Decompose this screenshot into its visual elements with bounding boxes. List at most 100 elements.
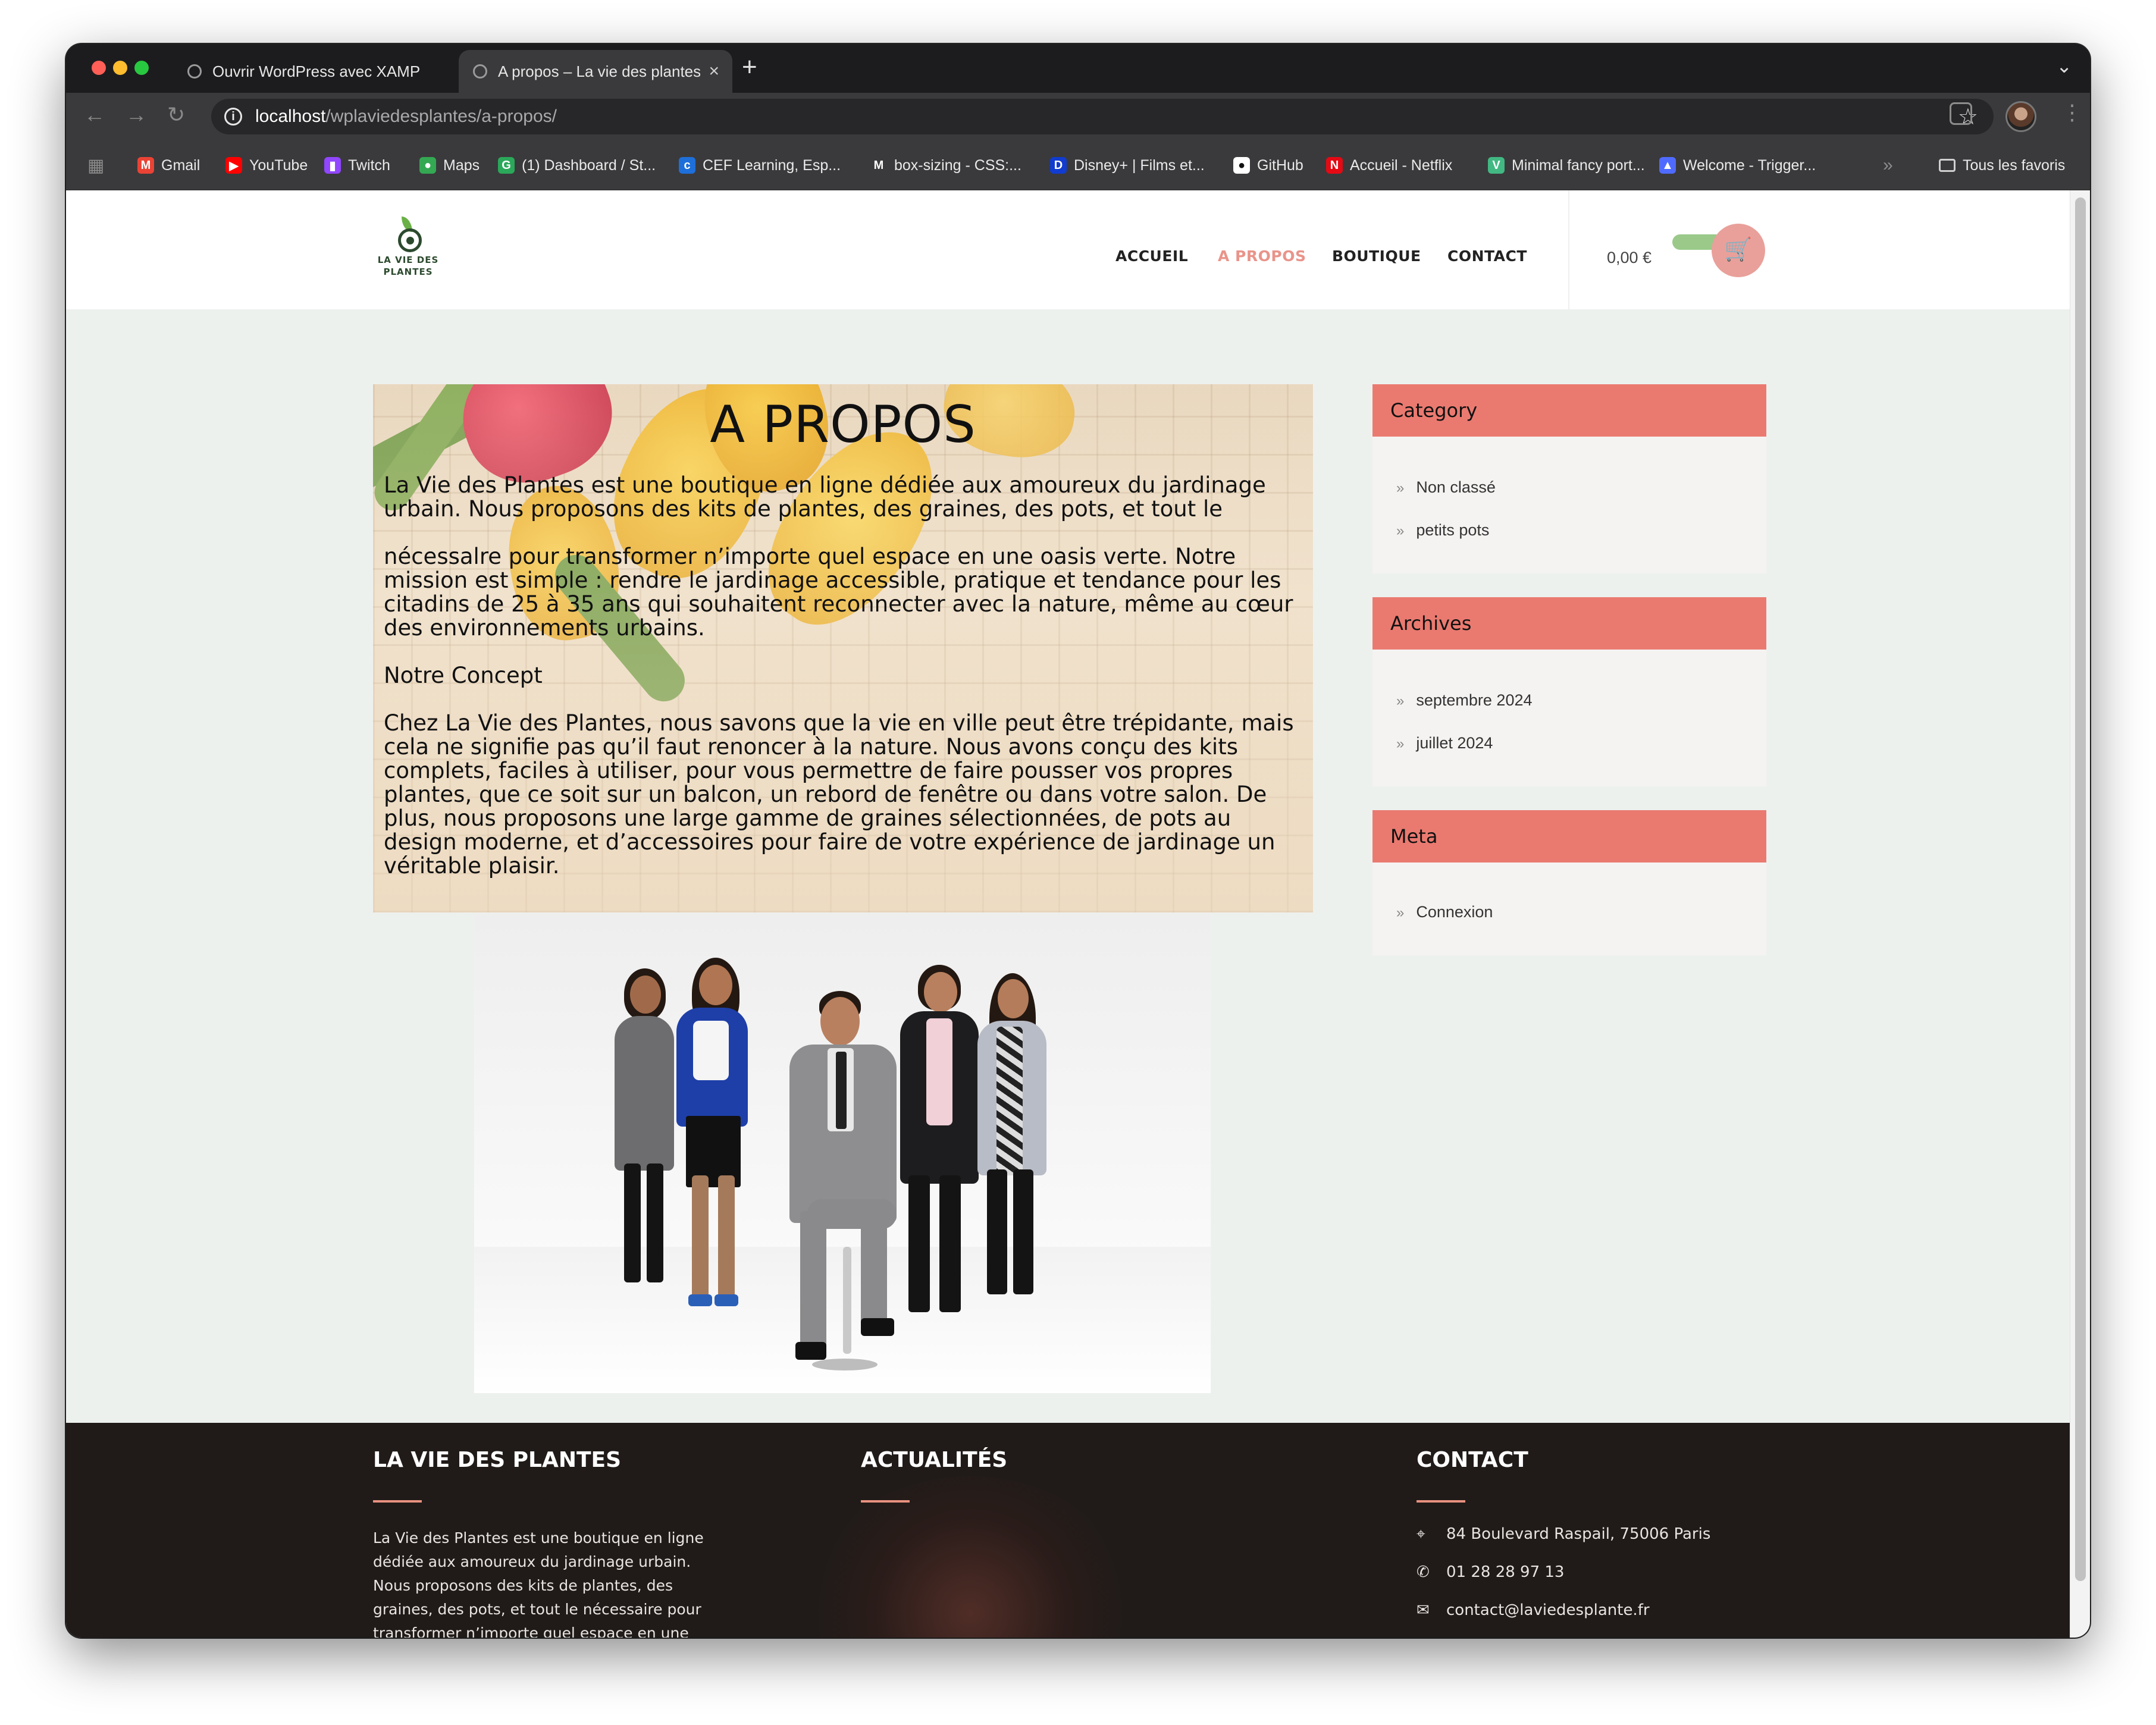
maps-icon: ● — [419, 157, 436, 174]
bookmark-dashboard[interactable]: G (1) Dashboard / St... — [498, 140, 656, 190]
bookmark-netflix[interactable]: N Accueil - Netflix — [1326, 140, 1452, 190]
chevron-icon: » — [1396, 736, 1405, 752]
team-photo — [474, 914, 1211, 1393]
login-link[interactable]: » Connexion — [1396, 903, 1493, 921]
chevron-icon: » — [1396, 523, 1405, 539]
site-logo[interactable]: LA VIE DES PLANTES — [375, 217, 441, 282]
github-icon: ● — [1233, 157, 1250, 174]
footer-divider — [861, 1500, 910, 1503]
concept-paragraph: Chez La Vie des Plantes, nous savons que… — [384, 710, 1294, 879]
reload-button[interactable]: ↻ — [167, 102, 185, 127]
profile-avatar[interactable] — [2005, 101, 2036, 132]
category-link[interactable]: » petits pots — [1396, 521, 1489, 540]
tab-a-propos[interactable]: A propos – La vie des plantes × — [459, 50, 732, 93]
bookmark-label: (1) Dashboard / St... — [522, 156, 656, 174]
archive-link[interactable]: » juillet 2024 — [1396, 734, 1493, 752]
site-header: LA VIE DES PLANTES ACCUEIL A PROPOS BOUT… — [66, 190, 2070, 309]
widget-title: Category — [1372, 384, 1766, 437]
minimize-window-button[interactable] — [113, 61, 127, 75]
archive-link[interactable]: » septembre 2024 — [1396, 691, 1533, 710]
menu-contact[interactable]: CONTACT — [1447, 247, 1527, 265]
mdn-icon: M — [870, 157, 887, 174]
category-link[interactable]: » Non classé — [1396, 478, 1496, 497]
bookmark-label: Minimal fancy port... — [1512, 156, 1645, 174]
extensions-icon[interactable] — [1950, 102, 1972, 125]
bookmark-youtube[interactable]: ▶ YouTube — [225, 140, 308, 190]
bookmarks-overflow-button[interactable]: » — [1883, 140, 1893, 190]
bookmark-label: Accueil - Netflix — [1350, 156, 1453, 174]
menu-a-propos[interactable]: A PROPOS — [1218, 247, 1306, 265]
location-pin-icon: ⌖ — [1417, 1525, 1425, 1543]
footer-about-title: LA VIE DES PLANTES — [373, 1448, 622, 1472]
screenshot-canvas: Ouvrir WordPress avec XAMP × A propos – … — [0, 0, 2156, 1725]
close-window-button[interactable] — [92, 61, 106, 75]
bookmark-maps[interactable]: ● Maps — [419, 140, 480, 190]
header-divider — [1568, 190, 1569, 309]
maximize-window-button[interactable] — [134, 61, 149, 75]
about-hero: A PROPOS La Vie des Plantes est une bout… — [373, 384, 1313, 912]
openai-icon — [187, 64, 202, 79]
forward-button[interactable]: → — [126, 102, 147, 127]
tab-title: Ouvrir WordPress avec XAMP — [212, 62, 421, 80]
footer-phone[interactable]: ✆ 01 28 28 97 13 — [1417, 1563, 1564, 1581]
footer-divider — [373, 1500, 422, 1503]
bookmark-label: CEF Learning, Esp... — [703, 156, 841, 174]
new-tab-button[interactable]: + — [742, 52, 757, 82]
bookmark-label: Twitch — [348, 156, 390, 174]
cart-total[interactable]: 0,00 € — [1607, 249, 1652, 267]
widget-title: Meta — [1372, 810, 1766, 862]
site-footer: LA VIE DES PLANTES La Vie des Plantes es… — [66, 1423, 2070, 1638]
trigger-icon: ▲ — [1659, 157, 1676, 174]
close-tab-icon[interactable]: × — [709, 61, 719, 81]
bookmark-gmail[interactable]: M Gmail — [137, 140, 200, 190]
menu-boutique[interactable]: BOUTIQUE — [1332, 247, 1421, 265]
address-bar[interactable]: i localhost/wplaviedesplantes/a-propos/ … — [211, 99, 1994, 134]
tab-strip: Ouvrir WordPress avec XAMP × A propos – … — [66, 44, 2090, 93]
cart-icon[interactable]: 🛒 — [1712, 224, 1765, 277]
bookmark-twitch[interactable]: ▮ Twitch — [324, 140, 390, 190]
browser-menu-button[interactable]: ⋮ — [2061, 100, 2083, 125]
page-title: A PROPOS — [710, 395, 976, 454]
footer-address: ⌖ 84 Boulevard Raspail, 75006 Paris — [1417, 1525, 1711, 1543]
bookmark-vue[interactable]: V Minimal fancy port... — [1488, 140, 1645, 190]
logo-text-line2: PLANTES — [383, 266, 433, 277]
url-path: /wplaviedesplantes/a-propos/ — [325, 106, 557, 126]
folder-icon — [1939, 159, 1956, 172]
widget-meta: Meta » Connexion — [1372, 810, 1766, 955]
browser-toolbar: ← → ↻ i localhost/wplaviedesplantes/a-pr… — [66, 93, 2090, 140]
back-button[interactable]: ← — [84, 102, 105, 127]
url-host: localhost — [255, 106, 326, 126]
menu-accueil[interactable]: ACCUEIL — [1115, 247, 1188, 265]
bookmark-label: Disney+ | Films et... — [1074, 156, 1205, 174]
bookmark-label: Maps — [443, 156, 480, 174]
chevron-icon: » — [1396, 480, 1405, 496]
footer-email[interactable]: ✉ contact@laviedesplante.fr — [1417, 1601, 1650, 1619]
disney-icon: D — [1050, 157, 1067, 174]
site-info-icon[interactable]: i — [224, 108, 242, 126]
page-scrollbar[interactable] — [2070, 190, 2090, 1638]
gmail-icon: M — [137, 157, 154, 174]
tab-search-button[interactable]: ⌄ — [2056, 55, 2072, 77]
bookmark-disney[interactable]: D Disney+ | Films et... — [1050, 140, 1205, 190]
phone-icon: ✆ — [1417, 1563, 1430, 1581]
bookmark-label: Welcome - Trigger... — [1683, 156, 1816, 174]
all-bookmarks-folder[interactable]: Tous les favoris — [1939, 140, 2065, 190]
bookmark-label: GitHub — [1257, 156, 1303, 174]
twitch-icon: ▮ — [324, 157, 341, 174]
envelope-icon: ✉ — [1417, 1601, 1430, 1619]
bookmarks-bar: ▦ » Tous les favoris M Gmail ▶ YouTube ▮ Twit… — [66, 140, 2090, 190]
bookmark-mdn[interactable]: Mbox-sizing - CSS:... — [870, 140, 1021, 190]
widget-category: Category » Non classé » petits pots — [1372, 384, 1766, 573]
widget-archives: Archives » septembre 2024 » juillet 2024 — [1372, 597, 1766, 786]
footer-divider — [1417, 1500, 1465, 1503]
mission-paragraph: nécessalre pour transformer n’importe qu… — [384, 544, 1293, 641]
apps-icon[interactable]: ▦ — [87, 140, 104, 190]
tab-title: A propos – La vie des plantes — [498, 62, 701, 80]
footer-contact-title: CONTACT — [1417, 1448, 1528, 1472]
bookmark-trigger[interactable]: ▲ Welcome - Trigger... — [1659, 140, 1816, 190]
bookmark-github[interactable]: ● GitHub — [1233, 140, 1303, 190]
bookmark-cef[interactable]: c CEF Learning, Esp... — [679, 140, 841, 190]
scrollbar-thumb[interactable] — [2075, 197, 2086, 1581]
bookmark-label: Gmail — [161, 156, 200, 174]
cef-icon: c — [679, 157, 695, 174]
